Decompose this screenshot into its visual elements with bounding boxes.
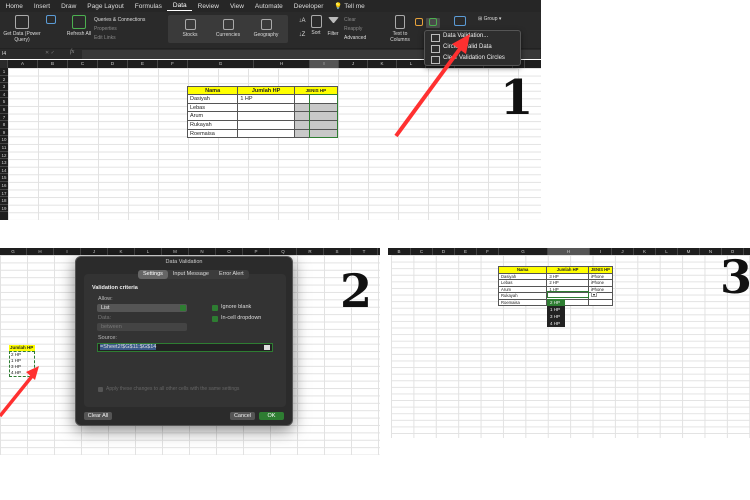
step-number-1: 1 (500, 70, 534, 126)
header-cell[interactable]: JENIS HP (587, 266, 614, 274)
dropdown-option[interactable]: 2 HP (547, 299, 565, 306)
step-number-3: 3 (720, 250, 750, 304)
arrow-head (452, 34, 470, 54)
table-cell[interactable] (587, 298, 614, 306)
column-header[interactable]: J (612, 248, 634, 255)
column-header[interactable]: C (411, 248, 433, 255)
column-header[interactable]: B (388, 248, 411, 255)
column-header[interactable]: F (477, 248, 499, 255)
panel-1-excel-data-tab: Home Insert Draw Page Layout Formulas Da… (0, 0, 541, 220)
column-header[interactable]: K (634, 248, 656, 255)
column-header[interactable]: E (455, 248, 477, 255)
column-header[interactable]: M (678, 248, 700, 255)
panel-2-data-validation-dialog: GHIJKLMNOPQRST Jumlah HP 2 HP 1 HP 3 HP 4 H… (0, 248, 380, 460)
column-header[interactable]: L (656, 248, 678, 255)
dropdown-arrow-button[interactable]: ▾ (591, 292, 597, 297)
column-header[interactable]: H (548, 248, 590, 255)
column-header[interactable]: N (700, 248, 722, 255)
column-header[interactable]: I (590, 248, 612, 255)
active-cell-H7[interactable] (547, 291, 589, 298)
in-cell-dropdown-list: 2 HP 1 HP 3 HP 4 HP (547, 299, 565, 327)
red-arrow-2 (0, 366, 39, 418)
column-header[interactable]: D (433, 248, 455, 255)
arrow-shaft (394, 44, 464, 138)
arrow-shaft (0, 373, 35, 418)
panel-3-dropdown-result: BCDEFGHIJKLMNO Nama Jumlah HP JENIS HP Dasi… (388, 248, 750, 448)
step-number-2: 2 (340, 264, 373, 318)
dropdown-option[interactable]: 1 HP (547, 306, 565, 313)
dropdown-option[interactable]: 4 HP (547, 320, 565, 327)
table-row: Dasiyah 3 HP iPhone (497, 272, 614, 280)
column-headers: BCDEFGHIJKLMNO (388, 248, 750, 255)
dropdown-option[interactable]: 3 HP (547, 313, 565, 320)
column-header[interactable]: G (499, 248, 548, 255)
red-arrow-1 (394, 34, 470, 138)
table-cell[interactable]: Roemaisa (497, 298, 548, 306)
